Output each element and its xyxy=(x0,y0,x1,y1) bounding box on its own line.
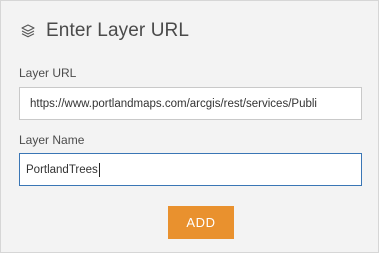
layer-url-value: https://www.portlandmaps.com/arcgis/rest… xyxy=(30,97,317,110)
layer-name-value: PortlandTrees xyxy=(26,163,98,176)
panel-title: Enter Layer URL xyxy=(46,20,190,41)
layer-name-label: Layer Name xyxy=(19,133,85,147)
layer-name-input[interactable]: PortlandTrees xyxy=(19,153,362,186)
add-button[interactable]: ADD xyxy=(168,206,234,239)
panel-header: Enter Layer URL xyxy=(19,19,189,43)
layers-icon xyxy=(19,22,37,40)
enter-layer-url-panel: Enter Layer URL Layer URL https://www.po… xyxy=(0,0,379,253)
layer-url-input[interactable]: https://www.portlandmaps.com/arcgis/rest… xyxy=(19,87,362,120)
text-caret xyxy=(98,162,100,177)
layer-url-label: Layer URL xyxy=(19,66,77,80)
